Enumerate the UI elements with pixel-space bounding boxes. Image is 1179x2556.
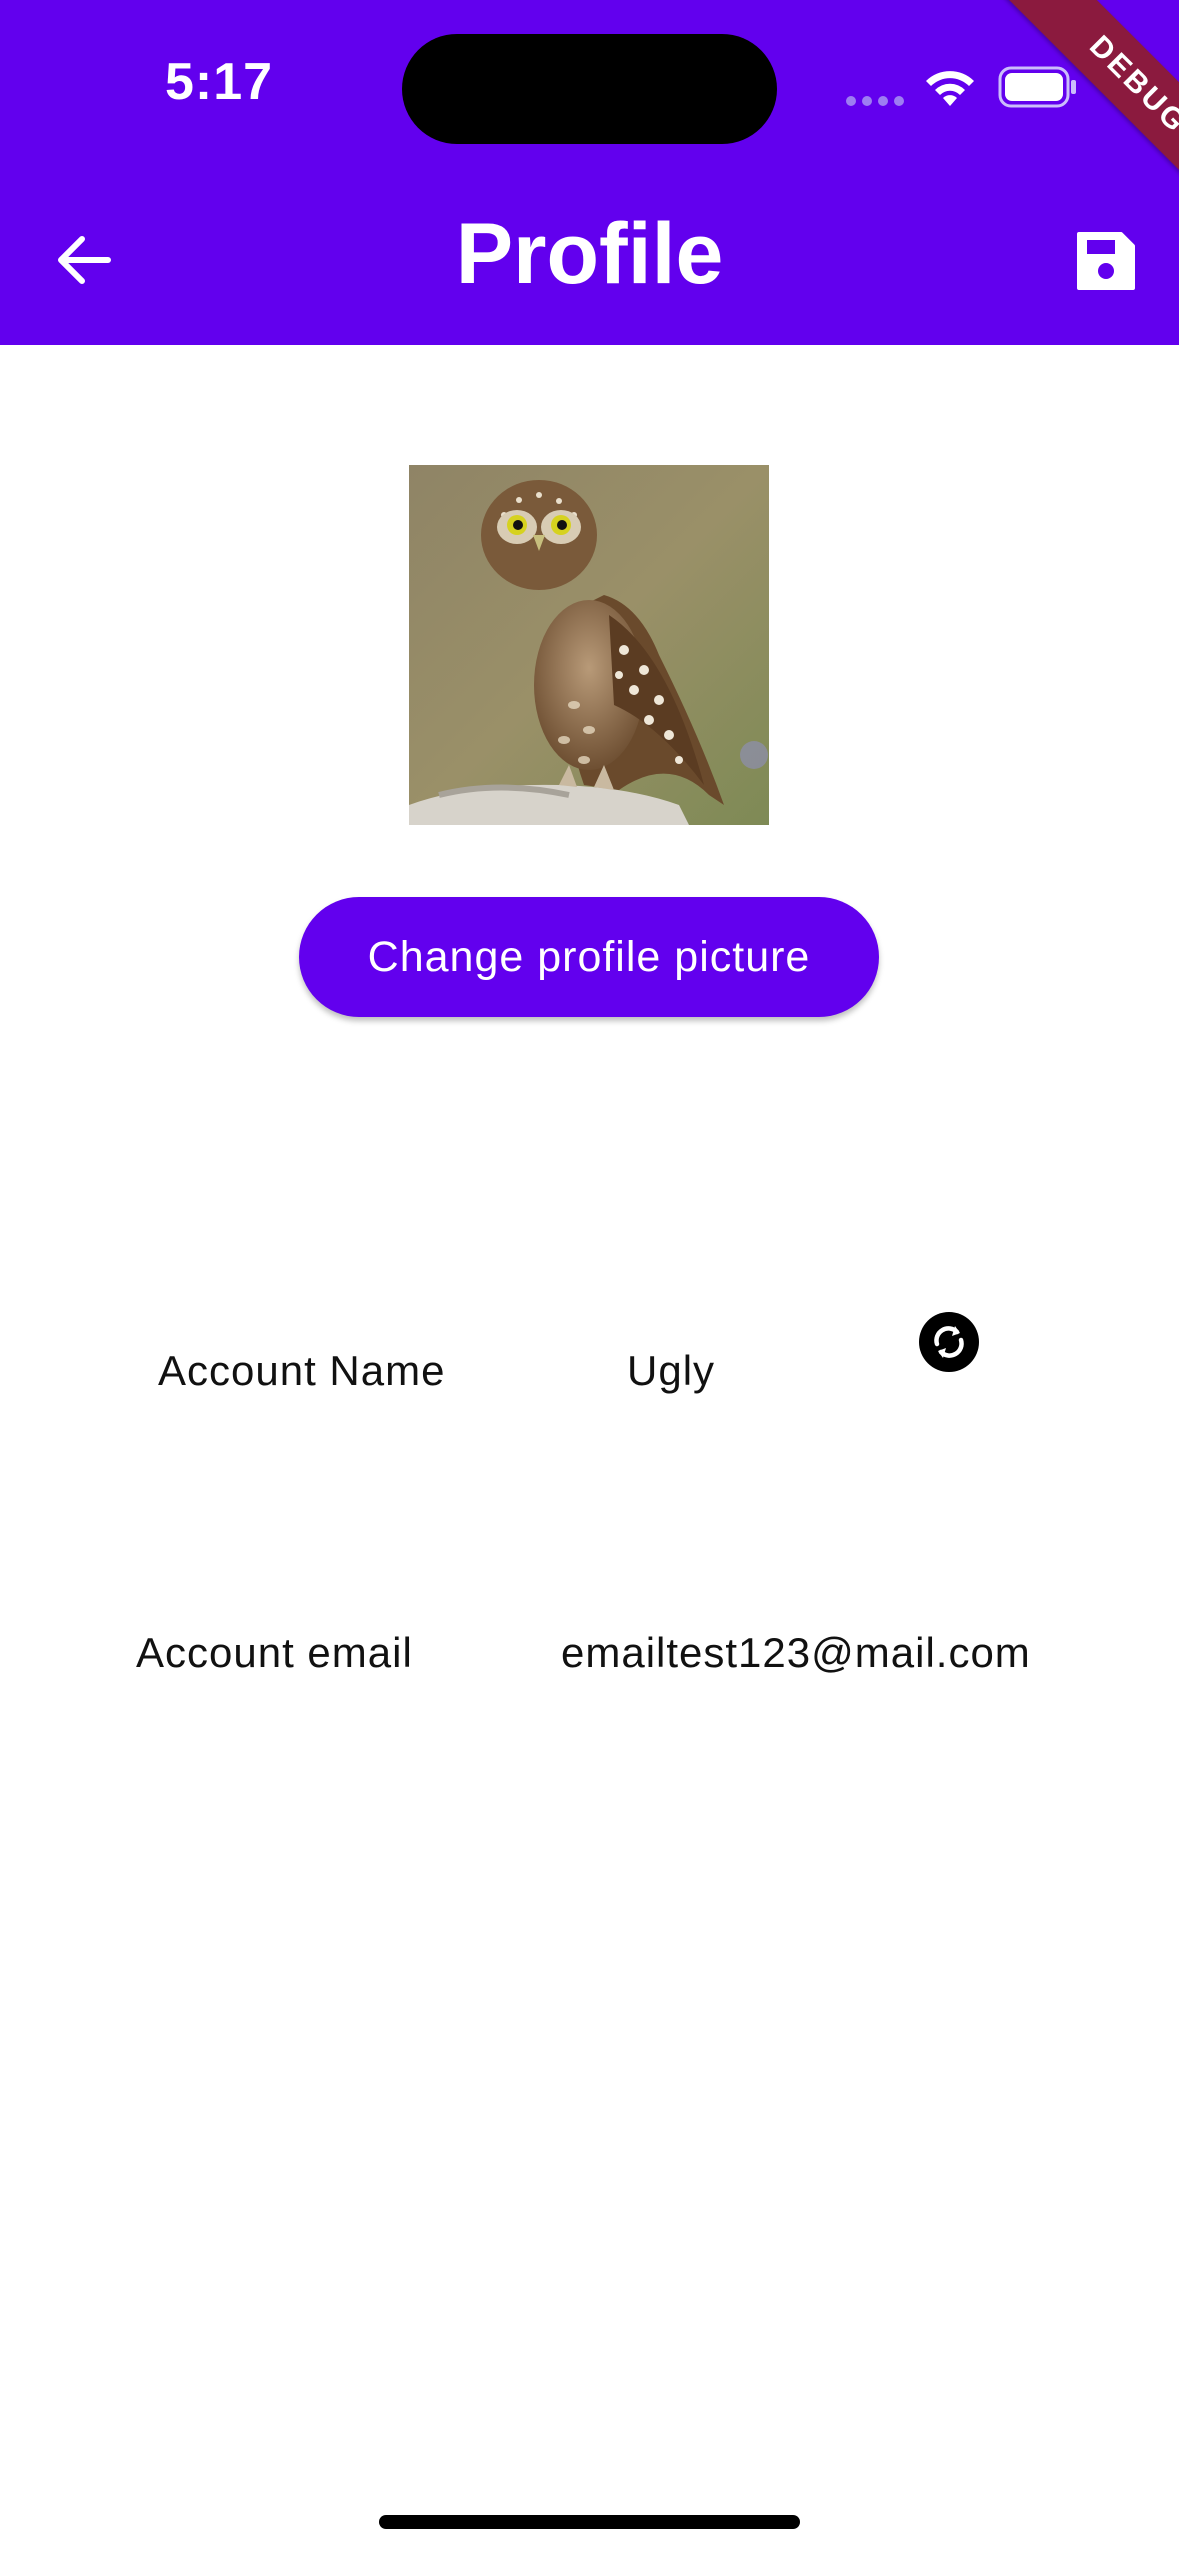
- page-title: Profile: [455, 206, 724, 302]
- debug-banner: DEBUG: [995, 0, 1179, 228]
- account-email-label: Account email: [136, 1629, 413, 1676]
- cellular-signal-icon: [846, 96, 906, 106]
- change-profile-picture-button[interactable]: Change profile picture: [299, 897, 879, 1017]
- save-icon[interactable]: [1073, 228, 1139, 294]
- account-name-label: Account Name: [158, 1347, 446, 1394]
- account-name-value: Ugly: [627, 1347, 716, 1394]
- app-bar: 5:17 DEBUG Profile: [0, 0, 1179, 345]
- profile-picture: [409, 465, 769, 825]
- dynamic-island: [402, 34, 777, 144]
- account-email-value: emailtest123@mail.com: [561, 1629, 1031, 1676]
- wifi-icon: [926, 71, 974, 106]
- battery-icon: [998, 66, 1076, 108]
- refresh-icon[interactable]: [918, 1311, 980, 1373]
- status-time: 5:17: [165, 53, 274, 111]
- owl-photo: [409, 465, 769, 825]
- home-indicator[interactable]: [379, 2515, 800, 2529]
